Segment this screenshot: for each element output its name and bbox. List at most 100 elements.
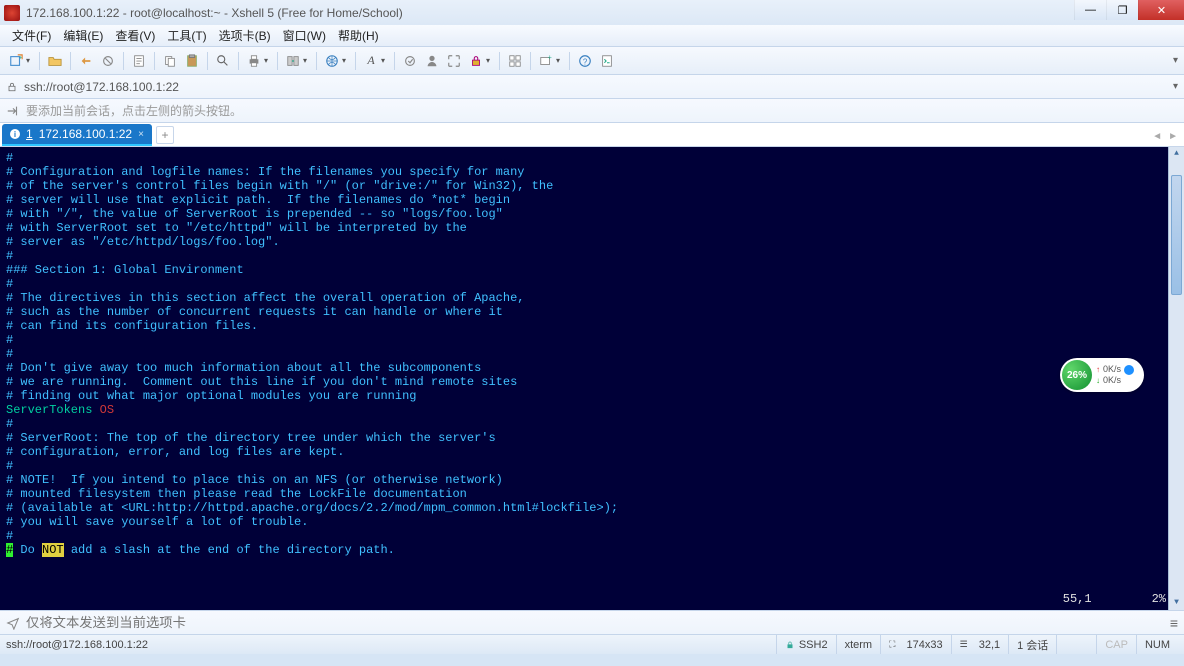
send-menu-icon[interactable]: ≡ xyxy=(1170,615,1178,631)
network-widget[interactable]: 26% ↑0K/s ↓0K/s xyxy=(1060,358,1144,392)
tab-prev-icon[interactable]: ◄ xyxy=(1152,131,1162,142)
app-icon xyxy=(4,5,20,21)
terminal-line: # xyxy=(6,277,1178,291)
session-tab[interactable]: i 1 172.168.100.1:22 × xyxy=(2,124,152,146)
terminal-line: # can find its configuration files. xyxy=(6,319,1178,333)
svg-text:+: + xyxy=(19,54,23,61)
reconnect-icon[interactable] xyxy=(76,51,96,71)
minimize-button[interactable]: — xyxy=(1074,0,1106,20)
globe-icon[interactable] xyxy=(322,51,342,71)
menu-tools[interactable]: 工具(T) xyxy=(167,27,206,44)
upload-rate: 0K/s xyxy=(1103,364,1121,375)
separator xyxy=(530,52,531,70)
open-icon[interactable] xyxy=(45,51,65,71)
toggle1-icon[interactable] xyxy=(400,51,420,71)
maximize-button[interactable]: ❐ xyxy=(1106,0,1138,20)
send-icon[interactable] xyxy=(6,616,20,630)
send-input[interactable] xyxy=(26,615,1164,630)
dropdown-icon[interactable]: ▾ xyxy=(303,56,311,65)
new-tab-button[interactable]: + xyxy=(156,126,174,144)
status-address: ssh://root@172.168.100.1:22 xyxy=(6,635,776,654)
vim-status: 55,1 2% xyxy=(6,592,1166,606)
terminal-line: # xyxy=(6,151,1178,165)
scroll-up-icon[interactable]: ▲ xyxy=(1169,147,1184,161)
menu-view[interactable]: 查看(V) xyxy=(115,27,155,44)
status-bar: ssh://root@172.168.100.1:22 SSH2 xterm ⛶… xyxy=(0,634,1184,654)
send-bar: ≡ xyxy=(0,610,1184,634)
separator xyxy=(207,52,208,70)
status-sessions: 1 会话 xyxy=(1008,635,1056,654)
title-bar: 172.168.100.1:22 - root@localhost:~ - Xs… xyxy=(0,0,1184,25)
script-icon[interactable] xyxy=(597,51,617,71)
dropdown-icon[interactable]: ▾ xyxy=(264,56,272,65)
address-text: ssh://root@172.168.100.1:22 xyxy=(24,80,179,94)
terminal-line: # such as the number of concurrent reque… xyxy=(6,305,1178,319)
terminal-line: # xyxy=(6,529,1178,543)
find-icon[interactable] xyxy=(213,51,233,71)
menu-edit[interactable]: 编辑(E) xyxy=(63,27,103,44)
terminal-line: # xyxy=(6,459,1178,473)
status-num: NUM xyxy=(1136,635,1178,654)
menu-help[interactable]: 帮助(H) xyxy=(338,27,379,44)
dropdown-icon[interactable]: ▾ xyxy=(556,56,564,65)
font-icon[interactable]: A xyxy=(361,51,381,71)
terminal-scrollbar[interactable]: ▲ ▼ xyxy=(1168,147,1184,610)
address-dropdown-icon[interactable]: ▾ xyxy=(1173,81,1178,92)
main-toolbar: + ▾ ▾ ▾ ▾ A ▾ ▾ + ▾ ? ▾ xyxy=(0,47,1184,75)
paste-icon[interactable] xyxy=(182,51,202,71)
separator xyxy=(499,52,500,70)
user-icon[interactable] xyxy=(422,51,442,71)
terminal-line: # with "/", the value of ServerRoot is p… xyxy=(6,207,1178,221)
dropdown-icon[interactable]: ▾ xyxy=(381,56,389,65)
properties-icon[interactable] xyxy=(129,51,149,71)
status-proto: SSH2 xyxy=(776,635,836,654)
scroll-thumb[interactable] xyxy=(1171,175,1182,295)
status-spacer xyxy=(1056,635,1096,654)
status-rc: ☰ 32,1 xyxy=(951,635,1009,654)
download-rate: 0K/s xyxy=(1103,375,1121,386)
hint-text: 要添加当前会话，点击左侧的箭头按钮。 xyxy=(26,102,242,119)
terminal[interactable]: ## Configuration and logfile names: If t… xyxy=(0,147,1184,610)
menu-window[interactable]: 窗口(W) xyxy=(283,27,326,44)
separator xyxy=(316,52,317,70)
terminal-line: # Configuration and logfile names: If th… xyxy=(6,165,1178,179)
terminal-line: # you will save yourself a lot of troubl… xyxy=(6,515,1178,529)
dropdown-icon[interactable]: ▾ xyxy=(26,56,34,65)
new-session-icon[interactable]: + xyxy=(6,51,26,71)
lock-icon[interactable] xyxy=(466,51,486,71)
separator xyxy=(394,52,395,70)
layout-icon[interactable] xyxy=(505,51,525,71)
tab-next-icon[interactable]: ► xyxy=(1168,131,1178,142)
terminal-line: # with ServerRoot set to "/etc/httpd" wi… xyxy=(6,221,1178,235)
lock-icon xyxy=(6,81,18,93)
address-bar[interactable]: ssh://root@172.168.100.1:22 ▾ xyxy=(0,75,1184,99)
disconnect-icon[interactable] xyxy=(98,51,118,71)
print-icon[interactable] xyxy=(244,51,264,71)
menu-tabs[interactable]: 选项卡(B) xyxy=(219,27,271,44)
close-button[interactable]: ✕ xyxy=(1138,0,1184,20)
lock-icon xyxy=(785,640,795,650)
status-size: ⛶ 174x33 xyxy=(880,635,950,654)
terminal-line: # NOTE! If you intend to place this on a… xyxy=(6,473,1178,487)
separator xyxy=(238,52,239,70)
hint-bar: 要添加当前会话，点击左侧的箭头按钮。 xyxy=(0,99,1184,123)
terminal-cursor-line: # Do NOT add a slash at the end of the d… xyxy=(6,543,1178,557)
terminal-line: # configuration, error, and log files ar… xyxy=(6,445,1178,459)
tab-close-icon[interactable]: × xyxy=(138,129,144,140)
dropdown-icon[interactable]: ▾ xyxy=(342,56,350,65)
toolbar-overflow-icon[interactable]: ▾ xyxy=(1173,55,1178,66)
menu-bar: 文件(F) 编辑(E) 查看(V) 工具(T) 选项卡(B) 窗口(W) 帮助(… xyxy=(0,25,1184,47)
net-stats: ↑0K/s ↓0K/s xyxy=(1092,364,1142,386)
menu-file[interactable]: 文件(F) xyxy=(12,27,51,44)
dropdown-icon[interactable]: ▾ xyxy=(486,56,494,65)
help-icon[interactable]: ? xyxy=(575,51,595,71)
add-session-icon[interactable] xyxy=(6,104,20,118)
terminal-line: # finding out what major optional module… xyxy=(6,389,1178,403)
fullscreen-icon[interactable] xyxy=(444,51,464,71)
scroll-down-icon[interactable]: ▼ xyxy=(1169,596,1184,610)
transfer-icon[interactable] xyxy=(283,51,303,71)
tab-nav: ◄ ► xyxy=(1152,131,1178,142)
new-tab-icon[interactable]: + xyxy=(536,51,556,71)
separator xyxy=(123,52,124,70)
copy-icon[interactable] xyxy=(160,51,180,71)
